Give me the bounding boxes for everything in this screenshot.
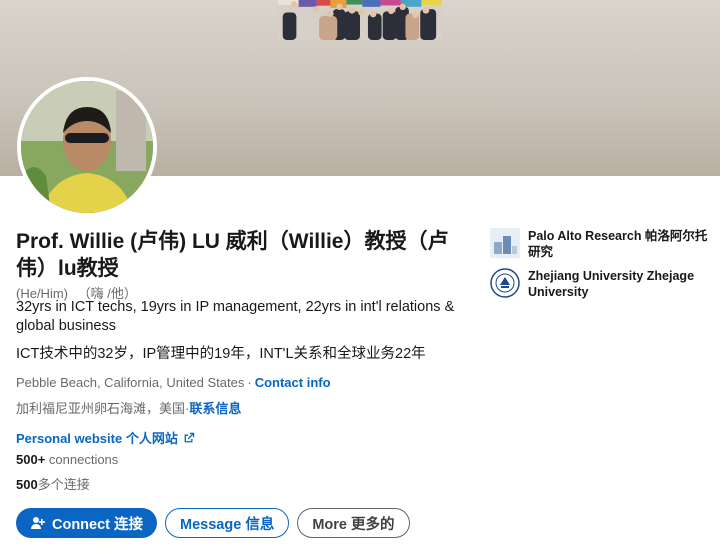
website-label: Personal website 个人网站 [16,431,178,446]
org-palo-alto-research[interactable]: Palo Alto Research 帕洛阿尔托研究 [490,228,712,260]
experience-education-list: Palo Alto Research 帕洛阿尔托研究 Zhejiang Univ… [490,228,712,308]
connect-label: Connect 连接 [52,516,144,533]
avatar[interactable] [17,77,157,217]
location-row: Pebble Beach, California, United States ·… [16,375,331,390]
profile-name: Prof. Willie (卢伟) LU 威利（Willie）教授（卢伟）lu教… [16,230,449,280]
org-name: Zhejiang University Zhejage University [528,269,695,299]
university-seal-icon [490,268,520,298]
company-logo-icon [490,228,520,258]
connections-label-cn: 多个连接 [37,477,90,492]
connections-count-cn[interactable]: 500多个连接 [16,474,90,493]
location-text: Pebble Beach, California, United States [16,375,245,390]
connect-button[interactable]: Connect 连接 [16,508,158,538]
message-button[interactable]: Message 信息 [165,508,290,538]
external-link-icon [184,432,195,442]
location-row-cn: 加利福尼亚州卵石海滩，美国·联系信息 [16,398,241,417]
message-label: Message 信息 [180,516,275,533]
contact-info-link[interactable]: Contact info [255,375,331,390]
org-zhejiang-university[interactable]: Zhejiang University Zhejage University [490,268,712,300]
add-user-icon [31,517,45,529]
connections-number: 500+ [16,452,46,467]
more-label: More 更多的 [312,516,395,533]
connections-number-cn: 500 [16,477,38,492]
more-button[interactable]: More 更多的 [297,508,410,538]
contact-info-link-cn[interactable]: 联系信息 [189,401,241,416]
headline-cn: ICT技术中的32岁，IP管理中的19年，INT'L关系和全球业务22年 [16,346,426,362]
connections-label: connections [45,452,119,467]
location-text-cn: 加利福尼亚州卵石海滩，美国· [16,401,190,416]
org-name: Palo Alto Research 帕洛阿尔托研究 [528,229,708,259]
personal-website-link[interactable]: Personal website 个人网站 [16,428,196,447]
headline: 32yrs in ICT techs, 19yrs in IP manageme… [16,299,455,334]
connections-count[interactable]: 500+ connections [16,452,118,467]
profile-actions: Connect 连接 Message 信息 More 更多的 [16,508,410,538]
avatar-photo [21,81,153,213]
banner-image [278,0,442,40]
